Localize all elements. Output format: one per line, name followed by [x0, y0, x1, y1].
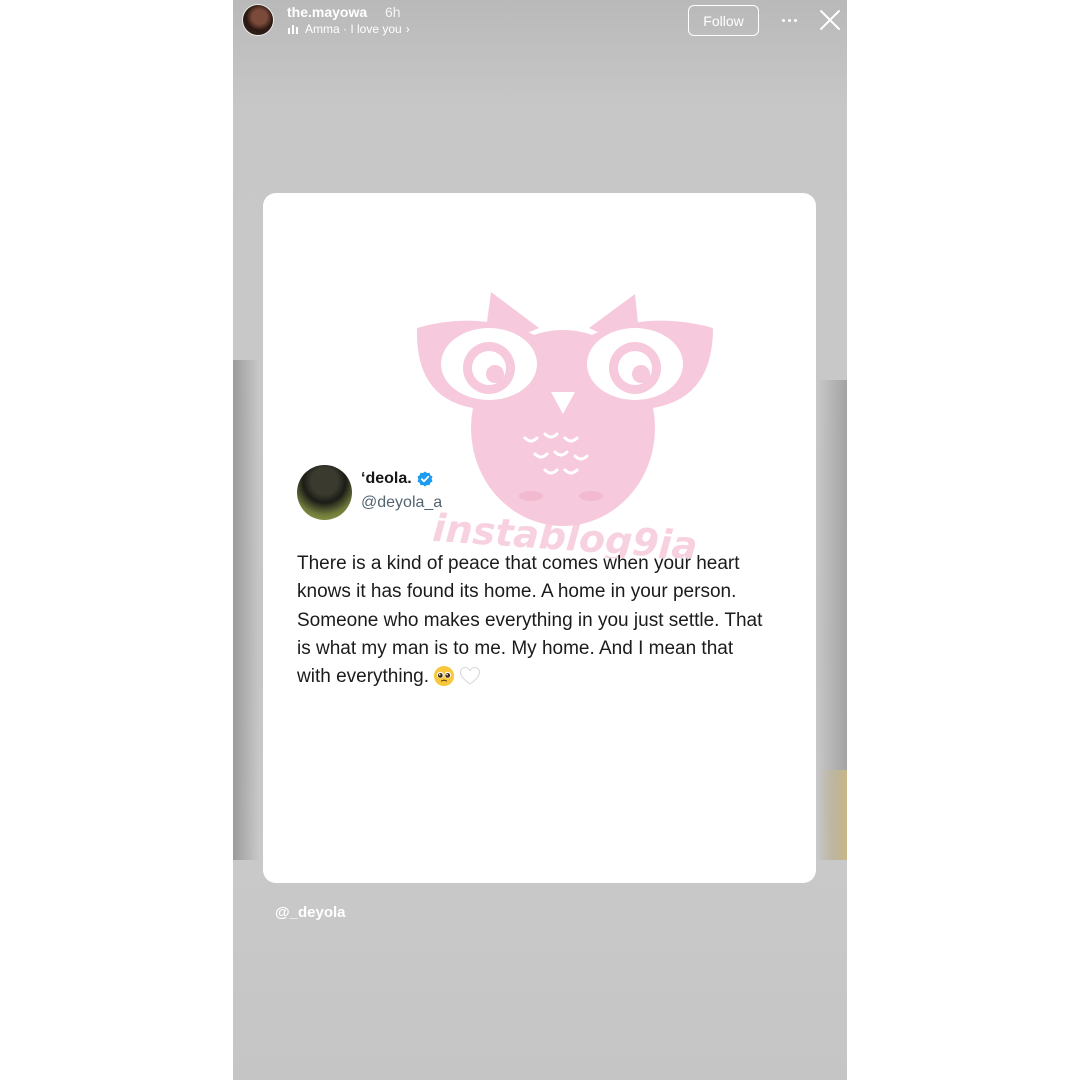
story-time-ago: 6h	[385, 4, 401, 20]
background-edge-accent	[819, 770, 847, 860]
story-username[interactable]: the.mayowa	[287, 4, 367, 20]
music-bars-icon	[288, 24, 298, 34]
verified-badge-icon	[417, 471, 433, 487]
more-icon[interactable]	[779, 8, 799, 32]
story-header: the.mayowa 6h Amma · I love you › Follow	[233, 0, 847, 50]
post-author-avatar[interactable]	[297, 465, 352, 520]
story-viewer: the.mayowa 6h Amma · I love you › Follow	[233, 0, 847, 1080]
post-author-name-row[interactable]: ‘deola.	[361, 470, 433, 488]
post-text-block: There is a kind of peace that comes when…	[297, 550, 767, 691]
close-icon[interactable]	[819, 9, 841, 31]
background-edge-left	[233, 360, 259, 860]
follow-button[interactable]: Follow	[688, 5, 759, 36]
post-author-name: ‘deola.	[361, 470, 412, 487]
credit-mention[interactable]: @_deyola	[275, 904, 346, 921]
post-text: There is a kind of peace that comes when…	[297, 553, 763, 688]
chevron-right-icon: ›	[405, 22, 410, 36]
music-attribution[interactable]: Amma · I love you ›	[288, 22, 410, 36]
story-author-avatar[interactable]	[242, 4, 274, 36]
pleading-face-emoji-icon	[434, 666, 455, 687]
post-author-handle[interactable]: @deyola_a	[361, 494, 442, 512]
white-heart-emoji-icon	[460, 667, 481, 685]
shared-post-card[interactable]: instablog9ja ‘deola. @deyola_a There is …	[263, 193, 816, 883]
music-label: Amma · I love you	[305, 22, 402, 36]
instablog9ja-watermark: instablog9ja	[416, 292, 713, 558]
